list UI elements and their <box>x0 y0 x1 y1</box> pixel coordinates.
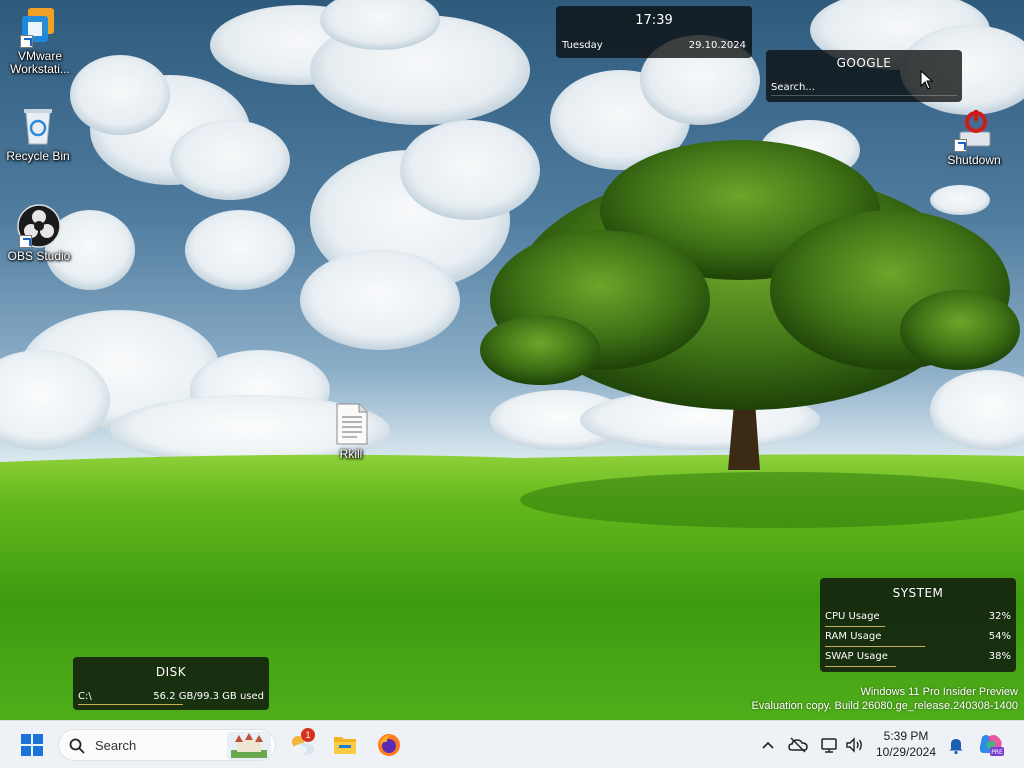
google-search-widget: GOOGLE <box>766 50 962 102</box>
swap-usage-value: 38% <box>988 651 1011 662</box>
onedrive-icon[interactable] <box>788 735 808 755</box>
desktop-icon-label: Shutdown <box>947 153 1001 167</box>
shortcut-arrow-icon <box>20 35 33 48</box>
mouse-cursor-icon <box>920 70 934 90</box>
cpu-usage-value: 32% <box>988 611 1011 622</box>
start-button[interactable] <box>12 725 52 765</box>
recycle-bin-icon <box>16 104 60 148</box>
chevron-up-icon[interactable] <box>758 735 778 755</box>
ram-usage-row: RAM Usage 54% <box>825 631 1011 647</box>
vmware-icon <box>18 4 62 48</box>
taskbar-search-box[interactable]: Search <box>58 729 276 761</box>
ram-usage-label: RAM Usage <box>825 631 882 642</box>
firefox-button[interactable] <box>369 725 409 765</box>
shortcut-arrow-icon <box>954 139 967 152</box>
disk-drive-label: C:\ <box>78 691 92 702</box>
disk-usage-value: 56.2 GB/99.3 GB used <box>153 691 264 702</box>
desktop-icon-obs-studio[interactable]: OBS Studio <box>1 204 77 263</box>
swap-usage-row: SWAP Usage 38% <box>825 651 1011 667</box>
network-icon[interactable] <box>819 735 839 755</box>
taskbar: Search 1 5:39 PM 10/29/2024 PRE <box>0 720 1024 768</box>
taskbar-clock-time: 5:39 PM <box>883 729 929 743</box>
widgets-weather-button[interactable]: 1 <box>282 725 322 765</box>
desktop-icon-rkill[interactable]: Rkill <box>313 402 389 461</box>
disk-row-c: C:\ 56.2 GB/99.3 GB used <box>78 691 264 705</box>
copilot-icon[interactable]: PRE <box>978 733 1004 757</box>
taskbar-search-label: Search <box>95 738 137 753</box>
text-file-icon <box>329 402 373 446</box>
clock-widget: 17:39 Tuesday 29.10.2024 <box>556 6 752 58</box>
volume-icon[interactable] <box>844 735 864 755</box>
shortcut-arrow-icon <box>19 235 32 248</box>
taskbar-clock[interactable]: 5:39 PM 10/29/2024 <box>872 728 940 760</box>
swap-usage-bar <box>825 666 896 667</box>
obs-studio-icon <box>17 204 61 248</box>
system-monitor-widget: SYSTEM CPU Usage 32% RAM Usage 54% SWAP … <box>820 578 1016 672</box>
shutdown-icon <box>952 108 996 152</box>
file-explorer-button[interactable] <box>325 725 365 765</box>
ram-usage-bar <box>825 646 926 647</box>
desktop-icon-vmware[interactable]: VMware Workstati... <box>2 4 78 76</box>
clock-time: 17:39 <box>635 13 673 28</box>
google-widget-title: GOOGLE <box>836 56 892 70</box>
clock-date: 29.10.2024 <box>688 40 746 51</box>
weather-notification-badge: 1 <box>301 728 315 742</box>
cpu-usage-row: CPU Usage 32% <box>825 611 1011 627</box>
desktop-icon-recycle-bin[interactable]: Recycle Bin <box>0 104 76 163</box>
desktop-icon-shutdown[interactable]: Shutdown <box>936 108 1012 167</box>
watermark-line-2: Evaluation copy. Build 26080.ge_release.… <box>751 700 1018 712</box>
cpu-usage-label: CPU Usage <box>825 611 880 622</box>
taskbar-clock-date: 10/29/2024 <box>875 745 937 759</box>
file-explorer-icon <box>334 737 356 754</box>
windows-evaluation-watermark: Windows 11 Pro Insider Preview Evaluatio… <box>752 685 1018 713</box>
desktop-icon-label: Recycle Bin <box>6 149 70 163</box>
disk-usage-bar <box>78 704 184 705</box>
watermark-line-1: Windows 11 Pro Insider Preview <box>860 686 1018 698</box>
ram-usage-value: 54% <box>988 631 1011 642</box>
firefox-icon <box>378 734 400 756</box>
svg-text:PRE: PRE <box>991 749 1003 756</box>
clock-day: Tuesday <box>562 40 603 51</box>
desktop-icon-label: OBS Studio <box>7 249 71 263</box>
windows-start-icon <box>21 734 43 756</box>
desktop-icon-label: VMware Workstati... <box>10 49 70 76</box>
swap-usage-label: SWAP Usage <box>825 651 888 662</box>
disk-widget: DISK C:\ 56.2 GB/99.3 GB used <box>73 657 269 710</box>
system-widget-title: SYSTEM <box>892 586 944 600</box>
search-icon <box>69 738 85 754</box>
search-highlight-castle-icon <box>227 732 271 760</box>
cpu-usage-bar <box>825 626 885 627</box>
disk-widget-title: DISK <box>155 665 187 679</box>
bell-icon[interactable] <box>946 735 966 755</box>
desktop-icon-label: Rkill <box>339 447 363 461</box>
